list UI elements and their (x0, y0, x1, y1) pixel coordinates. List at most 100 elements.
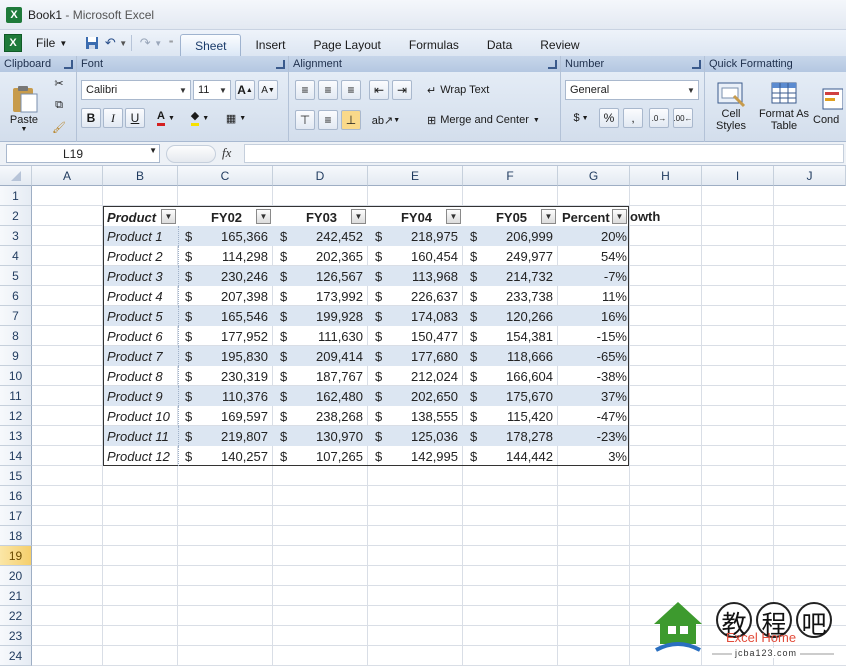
decrease-decimal-icon[interactable]: .00← (673, 108, 693, 128)
row-header-15[interactable]: 15 (0, 466, 32, 486)
undo-dropdown-icon[interactable]: ▼ (119, 39, 127, 48)
row-header-14[interactable]: 14 (0, 446, 32, 466)
fill-color-button[interactable]: ◆ ▼ (185, 108, 215, 128)
table-row[interactable]: Product 9 $110,376 $162,480 $202,650 $175,67… (104, 386, 628, 406)
align-left-icon[interactable]: ≡ (295, 80, 315, 100)
cut-icon[interactable]: ✂ (50, 74, 68, 92)
row-header-21[interactable]: 21 (0, 586, 32, 606)
paste-button[interactable]: Paste ▼ (4, 76, 44, 140)
align-center-icon[interactable]: ≡ (318, 80, 338, 100)
name-box[interactable]: L19 ▼ (6, 144, 160, 163)
column-header-d[interactable]: D (273, 166, 368, 186)
redo-icon[interactable]: ↷ (136, 34, 154, 52)
shrink-font-button[interactable]: A ▼ (258, 80, 278, 100)
table-row[interactable]: Product 4 $207,398 $173,992 $226,637 $233,73… (104, 286, 628, 306)
currency-button[interactable]: $ ▼ (565, 108, 597, 128)
filter-dropdown-icon[interactable]: ▼ (446, 209, 461, 224)
table-row[interactable]: Product 8 $230,319 $187,767 $212,024 $166,60… (104, 366, 628, 386)
align-bottom-icon[interactable]: ⊥ (341, 110, 361, 130)
table-row[interactable]: Product 11 $219,807 $130,970 $125,036 $178,2… (104, 426, 628, 446)
align-top-icon[interactable]: ⊤ (295, 110, 315, 130)
worksheet-grid[interactable]: ABCDEFGHIJ 1 2 3 4 5 6 7 8 9 10 11 12 13 14 15 16 17 18 19… (0, 166, 846, 666)
table-row[interactable]: Product 12 $140,257 $107,265 $142,995 $144,4… (104, 446, 628, 466)
select-all-corner[interactable] (0, 166, 32, 186)
row-header-23[interactable]: 23 (0, 626, 32, 646)
decrease-indent-icon[interactable]: ⇤ (369, 80, 389, 100)
underline-button[interactable]: U (125, 108, 145, 128)
row-header-19[interactable]: 19 (0, 546, 32, 566)
bold-button[interactable]: B (81, 108, 101, 128)
column-header-a[interactable]: A (32, 166, 103, 186)
align-middle-icon[interactable]: ≡ (318, 110, 338, 130)
column-header-e[interactable]: E (368, 166, 463, 186)
column-header-h[interactable]: H (630, 166, 702, 186)
row-header-1[interactable]: 1 (0, 186, 32, 206)
table-row[interactable]: Product 10 $169,597 $238,268 $138,555 $115,4… (104, 406, 628, 426)
row-header-2[interactable]: 2 (0, 206, 32, 226)
excel-app-icon[interactable]: X (4, 34, 22, 52)
save-icon[interactable] (83, 34, 101, 52)
row-header-13[interactable]: 13 (0, 426, 32, 446)
filter-dropdown-icon[interactable]: ▼ (612, 209, 627, 224)
font-size-select[interactable]: 11 ▼ (193, 80, 231, 100)
filter-dropdown-icon[interactable]: ▼ (161, 209, 176, 224)
table-row[interactable]: Product 2 $114,298 $202,365 $160,454 $249,97… (104, 246, 628, 266)
row-header-6[interactable]: 6 (0, 286, 32, 306)
formula-input[interactable] (244, 144, 844, 163)
name-box-dropdown-icon[interactable]: ▼ (149, 146, 157, 155)
column-header-i[interactable]: I (702, 166, 774, 186)
grow-font-button[interactable]: A ▲ (235, 80, 255, 100)
row-header-12[interactable]: 12 (0, 406, 32, 426)
row-header-4[interactable]: 4 (0, 246, 32, 266)
copy-icon[interactable]: ⧉ (50, 96, 68, 114)
redo-dropdown-icon[interactable]: ▼ (154, 39, 162, 48)
increase-decimal-icon[interactable]: .0→ (649, 108, 669, 128)
tab-review[interactable]: Review (526, 34, 593, 56)
tab-data[interactable]: Data (473, 34, 526, 56)
conditional-formatting-button[interactable]: Cond (813, 74, 846, 138)
number-format-select[interactable]: General ▼ (565, 80, 699, 100)
wrap-text-button[interactable]: ↵ Wrap Text (427, 80, 489, 100)
format-as-table-button[interactable]: Format As Table (755, 74, 813, 138)
font-color-button[interactable]: A ▼ (151, 108, 181, 128)
row-header-5[interactable]: 5 (0, 266, 32, 286)
table-row[interactable]: Product 3 $230,246 $126,567 $113,968 $214,73… (104, 266, 628, 286)
column-header-b[interactable]: B (103, 166, 178, 186)
row-header-7[interactable]: 7 (0, 306, 32, 326)
clipboard-launcher-icon[interactable] (64, 59, 73, 69)
row-header-20[interactable]: 20 (0, 566, 32, 586)
row-header-3[interactable]: 3 (0, 226, 32, 246)
row-header-8[interactable]: 8 (0, 326, 32, 346)
row-header-11[interactable]: 11 (0, 386, 32, 406)
undo-icon[interactable]: ↶ (101, 34, 119, 52)
orientation-button[interactable]: ab↗ ▼ (369, 110, 403, 130)
row-header-16[interactable]: 16 (0, 486, 32, 506)
filter-dropdown-icon[interactable]: ▼ (256, 209, 271, 224)
merge-center-button[interactable]: ⊞ Merge and Center ▼ (427, 110, 540, 130)
increase-indent-icon[interactable]: ⇥ (392, 80, 412, 100)
percent-button[interactable]: % (599, 108, 619, 128)
file-menu-button[interactable]: File ▼ (28, 33, 75, 53)
formula-bar-handle[interactable] (166, 145, 216, 163)
borders-button[interactable]: ▦ ▼ (219, 108, 253, 128)
number-launcher-icon[interactable] (692, 59, 701, 69)
align-right-icon[interactable]: ≡ (341, 80, 361, 100)
table-row[interactable]: Product 1 $165,366 $242,452 $218,975 $206,99… (104, 226, 628, 246)
row-header-24[interactable]: 24 (0, 646, 32, 666)
tab-insert[interactable]: Insert (241, 34, 299, 56)
row-header-22[interactable]: 22 (0, 606, 32, 626)
filter-dropdown-icon[interactable]: ▼ (351, 209, 366, 224)
customize-qat-icon[interactable]: ⁼ (162, 34, 180, 52)
row-header-18[interactable]: 18 (0, 526, 32, 546)
table-row[interactable]: Product 6 $177,952 $111,630 $150,477 $154,38… (104, 326, 628, 346)
font-family-select[interactable]: Calibri ▼ (81, 80, 191, 100)
row-header-17[interactable]: 17 (0, 506, 32, 526)
tab-formulas[interactable]: Formulas (395, 34, 473, 56)
filter-dropdown-icon[interactable]: ▼ (541, 209, 556, 224)
row-header-10[interactable]: 10 (0, 366, 32, 386)
row-header-9[interactable]: 9 (0, 346, 32, 366)
column-header-g[interactable]: G (558, 166, 630, 186)
column-header-f[interactable]: F (463, 166, 558, 186)
comma-button[interactable]: , (623, 108, 643, 128)
table-row[interactable]: Product 7 $195,830 $209,414 $177,680 $118,66… (104, 346, 628, 366)
